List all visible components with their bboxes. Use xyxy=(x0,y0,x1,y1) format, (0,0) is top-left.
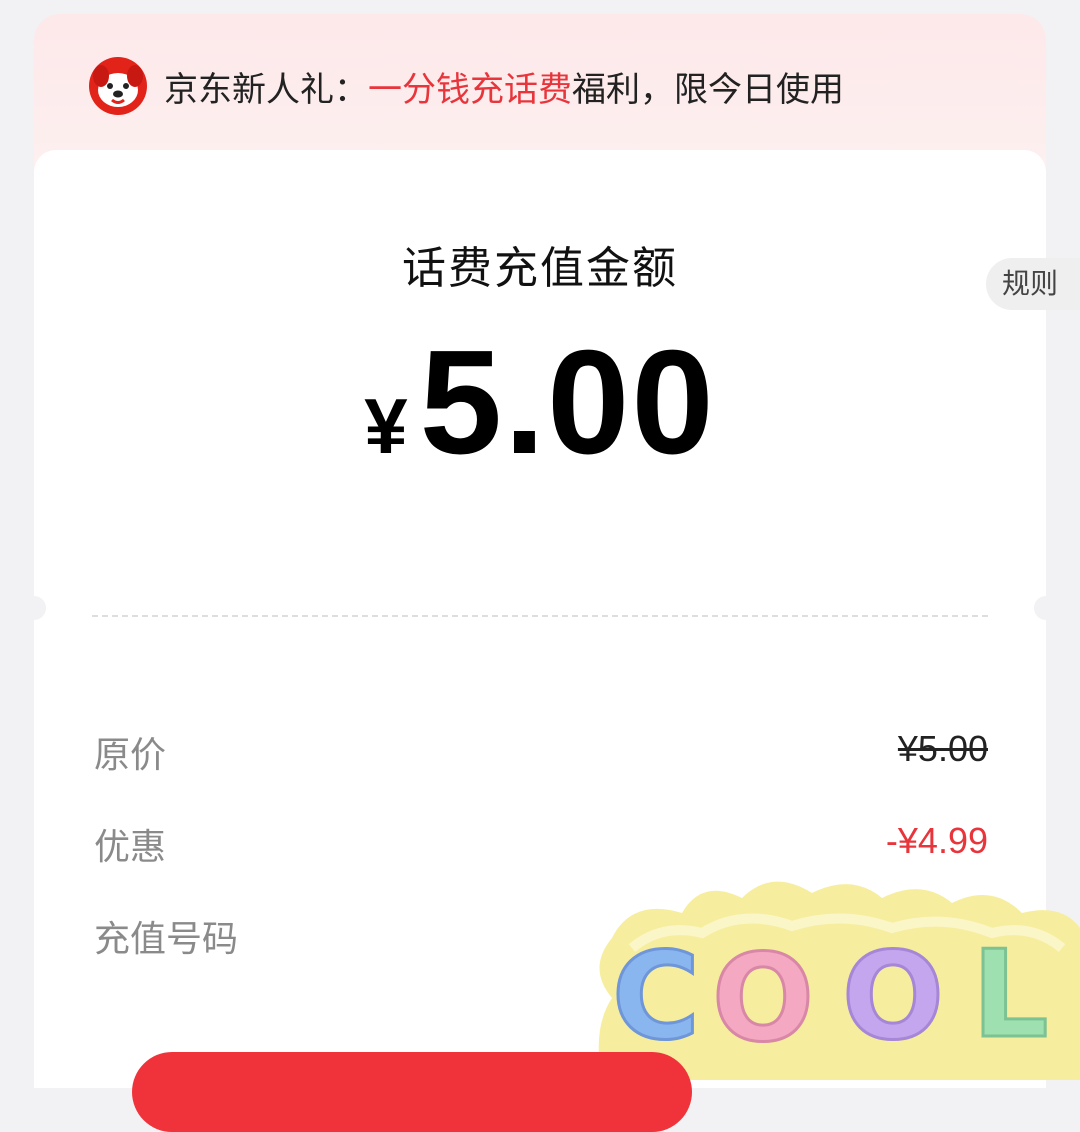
card-notch-right xyxy=(1034,596,1058,620)
promo-banner-text: 京东新人礼： 一分钱充话费 福利，限今日使用 xyxy=(88,56,844,116)
rules-button[interactable]: 规则 xyxy=(986,258,1080,310)
amount-display: ¥ 5.00 xyxy=(0,318,1080,488)
svg-text:O: O xyxy=(842,928,944,1067)
jd-joy-dog-icon xyxy=(89,57,147,115)
svg-text:O: O xyxy=(712,930,814,1069)
promo-highlight: 一分钱充话费 xyxy=(368,69,572,110)
phone-number-label: 充值号码 xyxy=(94,919,239,960)
currency-symbol: ¥ xyxy=(364,382,408,470)
amount-value: 5.00 xyxy=(419,320,716,485)
svg-text:L: L xyxy=(972,926,1048,1065)
discount-value: -¥4.99 xyxy=(885,820,988,861)
svg-text:C: C xyxy=(612,928,700,1067)
original-price-label: 原价 xyxy=(94,735,167,776)
cool-sticker-icon: C O O L xyxy=(598,881,1080,1080)
original-price-value: ¥5.00 xyxy=(897,728,988,769)
card-notch-left xyxy=(22,596,46,620)
promo-suffix: 福利，限今日使用 xyxy=(572,69,844,110)
dashed-divider xyxy=(92,615,988,617)
discount-label: 优惠 xyxy=(94,827,167,868)
pay-button[interactable] xyxy=(132,1052,692,1132)
amount-title: 话费充值金额 xyxy=(402,243,678,294)
promo-prefix: 京东新人礼： xyxy=(164,69,368,110)
